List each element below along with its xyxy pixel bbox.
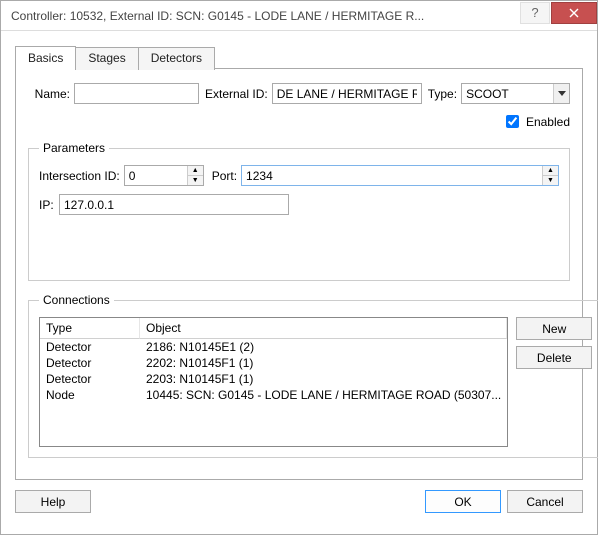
close-icon[interactable] — [551, 2, 597, 24]
window-title: Controller: 10532, External ID: SCN: G01… — [1, 9, 520, 23]
ip-input[interactable] — [59, 194, 289, 215]
type-select[interactable]: SCOOT — [461, 83, 570, 104]
enabled-label: Enabled — [526, 115, 570, 129]
help-icon[interactable]: ? — [520, 2, 550, 24]
type-label: Type: — [428, 87, 457, 101]
enabled-checkbox[interactable]: Enabled — [502, 112, 570, 131]
port-label: Port: — [212, 169, 237, 183]
intersection-id-input[interactable] — [125, 166, 187, 185]
table-row[interactable]: Detector 2202: N10145F1 (1) — [40, 355, 507, 371]
col-object-header[interactable]: Object — [140, 318, 507, 339]
intersection-id-label: Intersection ID: — [39, 169, 120, 183]
port-input[interactable] — [242, 166, 542, 185]
title-bar: Controller: 10532, External ID: SCN: G01… — [1, 1, 597, 31]
connections-legend: Connections — [39, 293, 114, 307]
external-id-label: External ID: — [205, 87, 268, 101]
new-button[interactable]: New — [516, 317, 592, 340]
help-button[interactable]: Help — [15, 490, 91, 513]
col-type-header[interactable]: Type — [40, 318, 140, 339]
tab-panel-basics: Name: External ID: Type: SCOOT Enabled P… — [15, 68, 583, 480]
parameters-legend: Parameters — [39, 141, 109, 155]
parameters-group: Parameters Intersection ID: ▲▼ Port: ▲▼ … — [28, 141, 570, 281]
type-value: SCOOT — [466, 87, 553, 101]
tab-stages[interactable]: Stages — [75, 47, 138, 70]
tab-strip: Basics Stages Detectors — [15, 46, 583, 69]
spin-arrows[interactable]: ▲▼ — [542, 166, 558, 185]
ip-label: IP: — [39, 198, 55, 212]
table-row[interactable]: Node 10445: SCN: G0145 - LODE LANE / HER… — [40, 387, 507, 403]
enabled-check-input[interactable] — [506, 115, 519, 128]
chevron-down-icon — [553, 84, 569, 103]
port-stepper[interactable]: ▲▼ — [241, 165, 559, 186]
name-label: Name: — [28, 87, 70, 101]
connections-table[interactable]: Type Object Detector 2186: N10145E1 (2) … — [39, 317, 508, 447]
intersection-id-stepper[interactable]: ▲▼ — [124, 165, 204, 186]
name-input[interactable] — [74, 83, 199, 104]
connections-group: Connections Type Object Detector 2186: N… — [28, 293, 598, 458]
spin-arrows[interactable]: ▲▼ — [187, 166, 203, 185]
table-row[interactable]: Detector 2186: N10145E1 (2) — [40, 339, 507, 355]
tab-detectors[interactable]: Detectors — [138, 47, 215, 70]
tab-basics[interactable]: Basics — [15, 46, 76, 69]
external-id-input[interactable] — [272, 83, 422, 104]
ok-button[interactable]: OK — [425, 490, 501, 513]
delete-button[interactable]: Delete — [516, 346, 592, 369]
table-row[interactable]: Detector 2203: N10145F1 (1) — [40, 371, 507, 387]
cancel-button[interactable]: Cancel — [507, 490, 583, 513]
